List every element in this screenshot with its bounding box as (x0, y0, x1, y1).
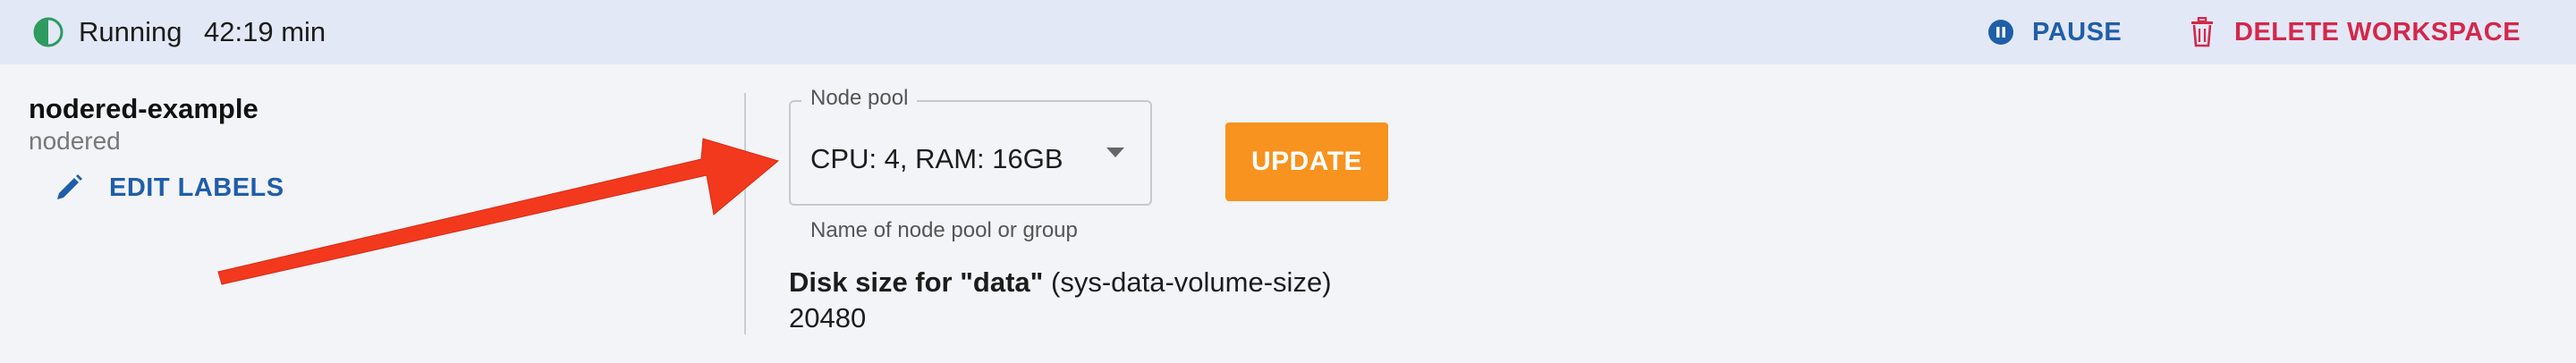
pause-circle-icon (1988, 20, 2013, 45)
trash-icon (2191, 17, 2213, 47)
workspace-name: nodered-example (29, 93, 258, 124)
pause-label: PAUSE (2032, 17, 2123, 46)
pencil-icon (57, 174, 82, 199)
disk-size-value: 20480 (789, 302, 867, 333)
disk-size-label-rest: (sys-data-volume-size) (1051, 266, 1332, 298)
node-pool-legend: Node pool (801, 86, 918, 111)
edit-labels-label: EDIT LABELS (109, 173, 284, 202)
status-bar: Running 42:19 min PAUSE DELETE WORKSPACE (0, 0, 2576, 64)
node-pool-selected-value: CPU: 4, RAM: 16GB (810, 143, 1063, 174)
workspace-type: nodered (29, 127, 121, 155)
pause-button[interactable]: PAUSE (1987, 9, 2148, 55)
update-button[interactable]: UPDATE (1225, 122, 1388, 201)
disk-size-label: Disk size for "data" (sys-data-volume-si… (789, 266, 1332, 299)
elapsed-time: 42:19 min (204, 16, 326, 47)
status-text: Running (79, 16, 182, 47)
half-circle-status-icon (33, 17, 64, 47)
vertical-divider (744, 93, 746, 334)
disk-size-label-bold: Disk size for "data" (789, 266, 1044, 298)
node-pool-helper-text: Name of node pool or group (810, 218, 1078, 242)
edit-labels-button[interactable]: EDIT LABELS (54, 168, 284, 207)
caret-down-icon[interactable] (1106, 147, 1125, 159)
delete-workspace-label: DELETE WORKSPACE (2234, 17, 2521, 46)
delete-workspace-button[interactable]: DELETE WORKSPACE (2190, 9, 2547, 55)
workspace-panel: Running 42:19 min PAUSE DELETE WORKSPACE… (0, 0, 2576, 363)
